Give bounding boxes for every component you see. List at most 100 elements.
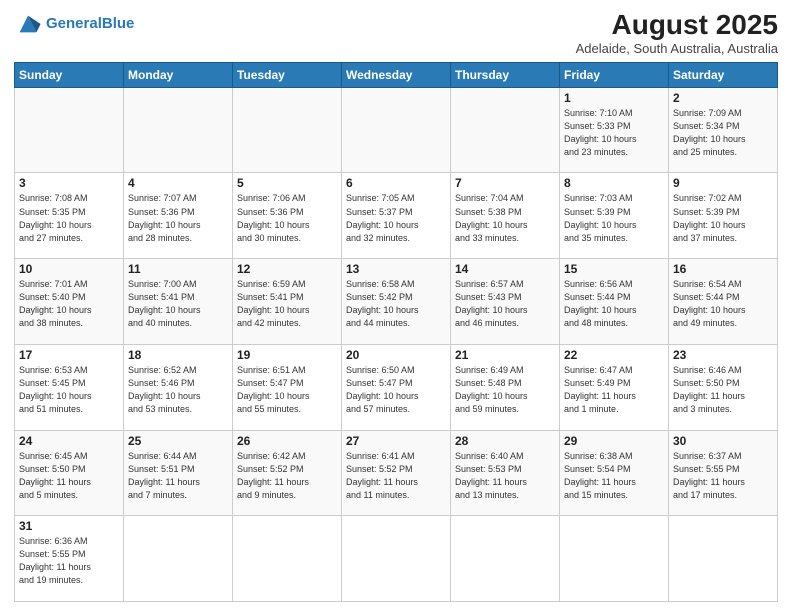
header-thursday: Thursday [451,62,560,87]
day-info: Sunrise: 6:59 AM Sunset: 5:41 PM Dayligh… [237,278,337,330]
day-info: Sunrise: 6:58 AM Sunset: 5:42 PM Dayligh… [346,278,446,330]
table-row: 20 Sunrise: 6:50 AM Sunset: 5:47 PM Dayli… [342,344,451,430]
day-info: Sunrise: 6:36 AM Sunset: 5:55 PM Dayligh… [19,535,119,587]
table-row: 8 Sunrise: 7:03 AM Sunset: 5:39 PM Daylig… [560,173,669,259]
logo-icon [14,10,42,38]
day-info: Sunrise: 7:02 AM Sunset: 5:39 PM Dayligh… [673,192,773,244]
table-row: 29 Sunrise: 6:38 AM Sunset: 5:54 PM Dayli… [560,430,669,516]
table-row [451,516,560,602]
table-row: 21 Sunrise: 6:49 AM Sunset: 5:48 PM Dayli… [451,344,560,430]
table-row: 6 Sunrise: 7:05 AM Sunset: 5:37 PM Daylig… [342,173,451,259]
calendar-table: Sunday Monday Tuesday Wednesday Thursday… [14,62,778,602]
day-info: Sunrise: 6:42 AM Sunset: 5:52 PM Dayligh… [237,450,337,502]
day-number: 29 [564,434,664,448]
day-number: 11 [128,262,228,276]
table-row: 16 Sunrise: 6:54 AM Sunset: 5:44 PM Dayli… [669,259,778,345]
day-info: Sunrise: 6:38 AM Sunset: 5:54 PM Dayligh… [564,450,664,502]
day-number: 17 [19,348,119,362]
day-number: 7 [455,176,555,190]
day-info: Sunrise: 6:51 AM Sunset: 5:47 PM Dayligh… [237,364,337,416]
day-number: 31 [19,519,119,533]
day-number: 19 [237,348,337,362]
day-info: Sunrise: 6:47 AM Sunset: 5:49 PM Dayligh… [564,364,664,416]
day-info: Sunrise: 6:46 AM Sunset: 5:50 PM Dayligh… [673,364,773,416]
day-info: Sunrise: 6:50 AM Sunset: 5:47 PM Dayligh… [346,364,446,416]
day-number: 5 [237,176,337,190]
table-row [124,516,233,602]
day-number: 13 [346,262,446,276]
day-info: Sunrise: 6:49 AM Sunset: 5:48 PM Dayligh… [455,364,555,416]
day-number: 22 [564,348,664,362]
day-info: Sunrise: 6:54 AM Sunset: 5:44 PM Dayligh… [673,278,773,330]
day-info: Sunrise: 7:10 AM Sunset: 5:33 PM Dayligh… [564,107,664,159]
day-number: 21 [455,348,555,362]
table-row: 23 Sunrise: 6:46 AM Sunset: 5:50 PM Dayli… [669,344,778,430]
day-number: 12 [237,262,337,276]
table-row: 10 Sunrise: 7:01 AM Sunset: 5:40 PM Dayli… [15,259,124,345]
day-info: Sunrise: 7:08 AM Sunset: 5:35 PM Dayligh… [19,192,119,244]
day-info: Sunrise: 6:37 AM Sunset: 5:55 PM Dayligh… [673,450,773,502]
table-row: 18 Sunrise: 6:52 AM Sunset: 5:46 PM Dayli… [124,344,233,430]
table-row [233,87,342,173]
day-info: Sunrise: 6:45 AM Sunset: 5:50 PM Dayligh… [19,450,119,502]
day-number: 2 [673,91,773,105]
day-info: Sunrise: 7:01 AM Sunset: 5:40 PM Dayligh… [19,278,119,330]
table-row: 17Sunrise: 6:53 AM Sunset: 5:45 PM Dayli… [15,344,124,430]
day-number: 16 [673,262,773,276]
table-row: 24 Sunrise: 6:45 AM Sunset: 5:50 PM Dayli… [15,430,124,516]
day-info: Sunrise: 6:56 AM Sunset: 5:44 PM Dayligh… [564,278,664,330]
header-saturday: Saturday [669,62,778,87]
logo-general: General [46,15,102,32]
table-row: 4Sunrise: 7:07 AM Sunset: 5:36 PM Daylig… [124,173,233,259]
table-row: 26 Sunrise: 6:42 AM Sunset: 5:52 PM Dayli… [233,430,342,516]
page: GeneralBlue August 2025 Adelaide, South … [0,0,792,612]
table-row [669,516,778,602]
day-number: 24 [19,434,119,448]
day-info: Sunrise: 7:03 AM Sunset: 5:39 PM Dayligh… [564,192,664,244]
day-number: 8 [564,176,664,190]
day-number: 30 [673,434,773,448]
header: GeneralBlue August 2025 Adelaide, South … [14,10,778,56]
table-row: 30 Sunrise: 6:37 AM Sunset: 5:55 PM Dayli… [669,430,778,516]
table-row: 15 Sunrise: 6:56 AM Sunset: 5:44 PM Dayli… [560,259,669,345]
table-row: 7 Sunrise: 7:04 AM Sunset: 5:38 PM Daylig… [451,173,560,259]
day-info: Sunrise: 6:44 AM Sunset: 5:51 PM Dayligh… [128,450,228,502]
day-info: Sunrise: 6:52 AM Sunset: 5:46 PM Dayligh… [128,364,228,416]
day-info: Sunrise: 7:09 AM Sunset: 5:34 PM Dayligh… [673,107,773,159]
title-block: August 2025 Adelaide, South Australia, A… [576,10,778,56]
table-row: 9 Sunrise: 7:02 AM Sunset: 5:39 PM Daylig… [669,173,778,259]
day-info: Sunrise: 7:05 AM Sunset: 5:37 PM Dayligh… [346,192,446,244]
table-row [451,87,560,173]
table-row: 22 Sunrise: 6:47 AM Sunset: 5:49 PM Dayli… [560,344,669,430]
header-tuesday: Tuesday [233,62,342,87]
table-row: 1Sunrise: 7:10 AM Sunset: 5:33 PM Daylig… [560,87,669,173]
day-number: 14 [455,262,555,276]
table-row: 12 Sunrise: 6:59 AM Sunset: 5:41 PM Dayli… [233,259,342,345]
day-number: 18 [128,348,228,362]
day-number: 15 [564,262,664,276]
day-number: 20 [346,348,446,362]
day-info: Sunrise: 6:41 AM Sunset: 5:52 PM Dayligh… [346,450,446,502]
day-number: 25 [128,434,228,448]
day-info: Sunrise: 7:04 AM Sunset: 5:38 PM Dayligh… [455,192,555,244]
table-row [15,87,124,173]
table-row: 14Sunrise: 6:57 AM Sunset: 5:43 PM Dayli… [451,259,560,345]
day-number: 9 [673,176,773,190]
table-row: 28Sunrise: 6:40 AM Sunset: 5:53 PM Dayli… [451,430,560,516]
day-number: 26 [237,434,337,448]
calendar-subtitle: Adelaide, South Australia, Australia [576,41,778,56]
day-info: Sunrise: 7:07 AM Sunset: 5:36 PM Dayligh… [128,192,228,244]
table-row: 13 Sunrise: 6:58 AM Sunset: 5:42 PM Dayli… [342,259,451,345]
table-row [342,516,451,602]
calendar-title: August 2025 [576,10,778,41]
day-number: 10 [19,262,119,276]
logo-text: GeneralBlue [46,16,134,33]
day-number: 6 [346,176,446,190]
table-row: 3Sunrise: 7:08 AM Sunset: 5:35 PM Daylig… [15,173,124,259]
table-row [124,87,233,173]
table-row [233,516,342,602]
day-number: 28 [455,434,555,448]
table-row: 11Sunrise: 7:00 AM Sunset: 5:41 PM Dayli… [124,259,233,345]
table-row: 25 Sunrise: 6:44 AM Sunset: 5:51 PM Dayli… [124,430,233,516]
day-number: 23 [673,348,773,362]
